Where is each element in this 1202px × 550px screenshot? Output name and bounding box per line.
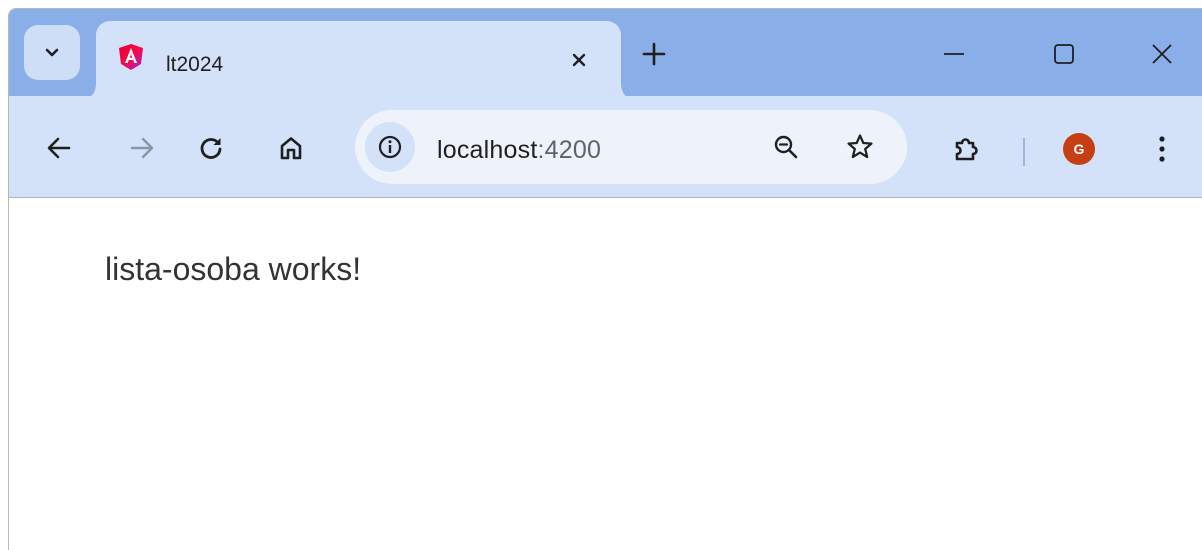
home-icon	[277, 134, 305, 162]
arrow-left-icon	[45, 134, 73, 162]
tab-close-button[interactable]	[566, 47, 592, 73]
arrow-right-icon	[128, 134, 156, 162]
angular-logo-icon	[118, 43, 144, 71]
url-port: :4200	[537, 136, 602, 164]
home-button[interactable]	[274, 131, 308, 165]
extensions-button[interactable]	[950, 132, 984, 166]
browser-window: lt2024 localhost:4200 G lista-osoba work…	[8, 8, 1202, 550]
kebab-menu-icon	[1157, 134, 1167, 164]
zoom-out-icon	[772, 133, 800, 161]
reload-button[interactable]	[194, 131, 228, 165]
zoom-button[interactable]	[769, 130, 803, 164]
puzzle-icon	[952, 134, 982, 164]
new-tab-button[interactable]	[639, 39, 669, 69]
tab-active[interactable]: lt2024	[80, 21, 637, 101]
address-bar[interactable]: localhost:4200	[355, 110, 907, 184]
menu-button[interactable]	[1145, 132, 1179, 166]
window-close-button[interactable]	[1145, 37, 1179, 71]
page-text: lista-osoba works!	[105, 251, 362, 287]
minimize-button[interactable]	[937, 37, 971, 71]
forward-button[interactable]	[125, 131, 159, 165]
site-info-button[interactable]	[365, 122, 415, 172]
back-button[interactable]	[42, 131, 76, 165]
chevron-down-icon	[44, 47, 60, 59]
tab-search-button[interactable]	[24, 25, 80, 80]
close-icon	[571, 52, 587, 68]
title-bar: lt2024	[9, 9, 1202, 101]
maximize-icon	[1047, 37, 1081, 71]
info-icon	[377, 134, 403, 160]
reload-icon	[197, 134, 225, 162]
maximize-button[interactable]	[1047, 37, 1081, 71]
minimize-icon	[937, 37, 971, 71]
bookmark-button[interactable]	[843, 130, 877, 164]
star-icon	[845, 132, 875, 162]
url-host: localhost	[437, 136, 538, 164]
close-icon	[1145, 37, 1179, 71]
toolbar-divider	[1023, 138, 1025, 166]
plus-icon	[639, 39, 669, 69]
page-content: lista-osoba works!	[9, 199, 1202, 550]
browser-toolbar: localhost:4200 G	[9, 96, 1202, 198]
url-text: localhost:4200	[437, 136, 601, 165]
tab-title: lt2024	[166, 53, 224, 76]
profile-avatar[interactable]: G	[1063, 133, 1095, 165]
